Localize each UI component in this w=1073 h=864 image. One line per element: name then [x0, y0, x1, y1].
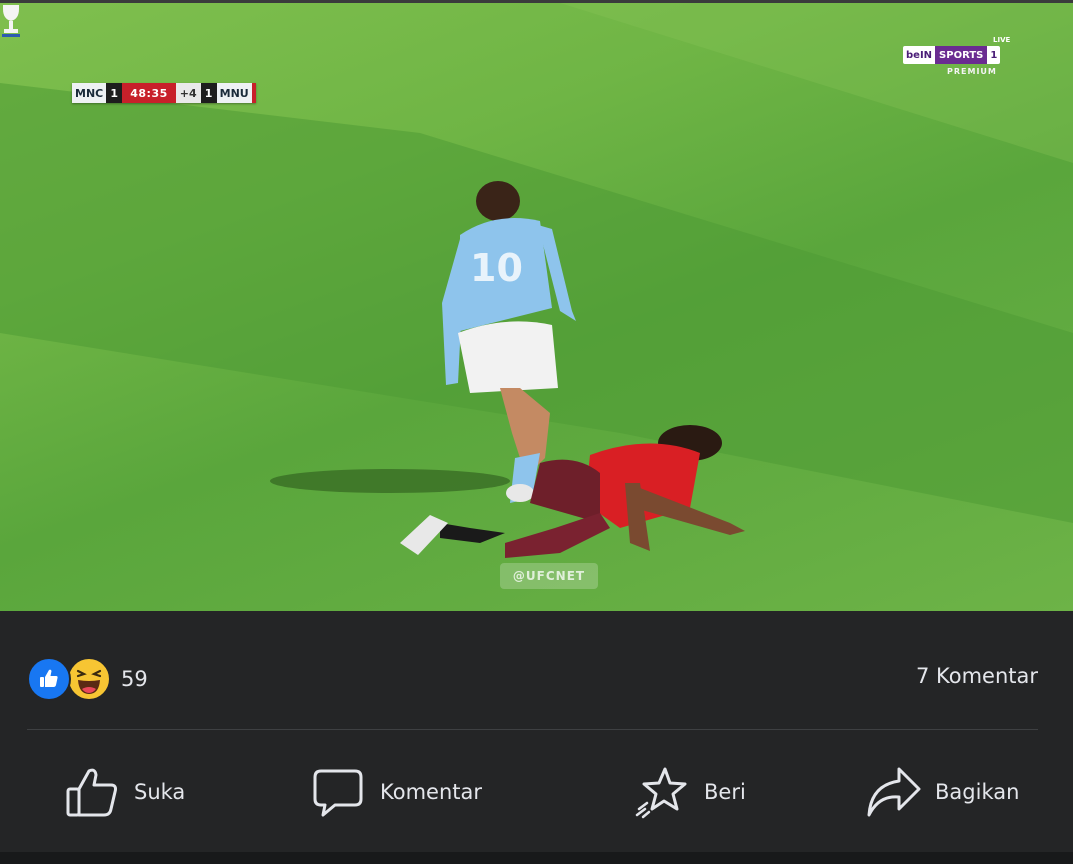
give-label: Beri — [704, 780, 746, 804]
like-reaction-icon — [27, 657, 71, 701]
like-button[interactable]: Suka — [64, 764, 185, 820]
actions-divider — [27, 729, 1038, 730]
haha-reaction-icon — [67, 657, 111, 701]
svg-text:10: 10 — [470, 246, 523, 290]
comment-label: Komentar — [380, 780, 482, 804]
speech-bubble-icon — [310, 764, 366, 820]
reactions-summary[interactable]: 59 — [27, 656, 148, 702]
away-team: MNU — [216, 83, 252, 103]
away-score: 1 — [200, 83, 217, 103]
thumbs-up-icon — [64, 764, 120, 820]
trophy-logo — [2, 5, 20, 37]
player-red — [400, 425, 745, 558]
scoreboard-accent — [251, 83, 256, 103]
reaction-count: 59 — [121, 667, 148, 691]
broadcaster-channel: 1 — [987, 46, 1001, 64]
comment-count-link[interactable]: 7 Komentar — [916, 664, 1038, 688]
home-score: 1 — [106, 83, 123, 103]
share-arrow-icon — [865, 764, 921, 820]
star-burst-icon — [634, 764, 690, 820]
broadcaster-brand: beIN — [903, 46, 936, 64]
share-button[interactable]: Bagikan — [865, 764, 1019, 820]
live-indicator: LIVE — [993, 36, 1011, 44]
video-player[interactable]: 10 ↑ MNC 1 48:35 +4 1 MNU LIVE beIN — [0, 3, 1073, 611]
share-label: Bagikan — [935, 780, 1020, 804]
match-clock: 48:35 — [122, 83, 176, 103]
like-label: Suka — [134, 780, 186, 804]
give-button[interactable]: Beri — [634, 764, 746, 820]
broadcaster-sports: SPORTS — [935, 46, 988, 64]
broadcaster-logo: beIN SPORTS 1 — [903, 46, 1001, 64]
comment-button[interactable]: Komentar — [310, 764, 482, 820]
scoreboard: MNC 1 48:35 +4 1 MNU — [72, 83, 256, 103]
video-watermark: @UFCNET — [500, 563, 598, 589]
bottom-edge — [0, 852, 1073, 864]
added-time: +4 — [175, 83, 201, 103]
broadcaster-tier: PREMIUM — [947, 67, 997, 76]
home-team: MNC — [72, 83, 107, 103]
